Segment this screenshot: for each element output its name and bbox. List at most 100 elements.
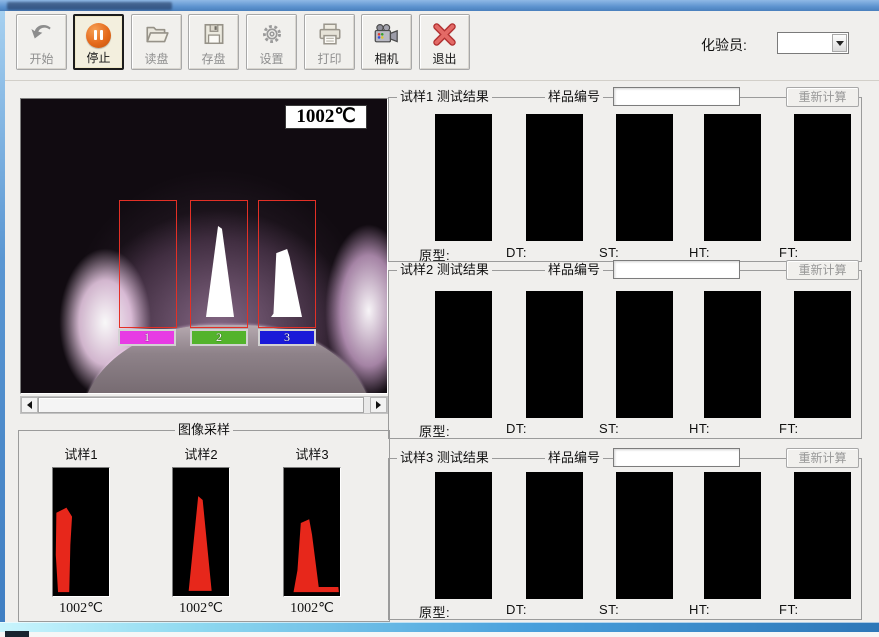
scrollbar-thumb[interactable]	[38, 397, 364, 413]
pause-icon	[85, 21, 113, 49]
result-label-ft-1: FT:	[779, 245, 863, 260]
result-image-slot	[435, 472, 492, 599]
sample1-thumb-label: 试样1	[41, 444, 121, 463]
printer-icon	[316, 20, 344, 48]
result-image-slot	[526, 291, 583, 418]
roi-tag-3: 3	[258, 329, 316, 346]
dropdown-arrow-icon	[836, 41, 844, 46]
recalculate-button-1[interactable]: 重新计算	[786, 87, 859, 107]
sample-no-input-1[interactable]	[613, 87, 740, 106]
result-label-ht-3: HT:	[689, 602, 773, 617]
result-image-slot	[704, 114, 761, 241]
gear-icon	[258, 20, 286, 48]
result-image-slot	[526, 472, 583, 599]
sample-no-label-1: 样品编号	[545, 89, 603, 105]
sample3-red-shape	[284, 468, 340, 596]
sample2-silhouette-image	[172, 467, 230, 597]
operator-combobox[interactable]	[777, 32, 849, 54]
scroll-right-icon	[376, 401, 381, 409]
result-label-ht-1: HT:	[689, 245, 773, 260]
result-panel-1: 试样1 测试结果 样品编号 重新计算 原型: DT: ST: HT: FT:	[388, 97, 862, 262]
roi-tag-1: 1	[118, 329, 176, 346]
camera-view-frame: 1 2 3 1002℃	[20, 98, 388, 394]
print-button[interactable]: 打印	[304, 14, 355, 70]
app-window: 开始 停止 读盘 存盘 设置 打印 相机	[0, 0, 879, 637]
floppy-disk-icon	[200, 20, 228, 48]
red-x-icon	[431, 20, 459, 48]
result-panel-2: 试样2 测试结果 样品编号 重新计算 原型: DT: ST: HT: FT:	[388, 270, 862, 439]
sample3-thumb-label: 试样3	[272, 444, 352, 463]
result-label-st-3: ST:	[599, 602, 683, 617]
result-image-slot	[616, 291, 673, 418]
result-image-slot	[704, 472, 761, 599]
read-disk-button[interactable]: 读盘	[131, 14, 182, 70]
camera-horizontal-scrollbar[interactable]	[20, 396, 388, 414]
result-label-ht-2: HT:	[689, 421, 773, 436]
result-image-slot	[526, 114, 583, 241]
sample-no-label-3: 样品编号	[545, 450, 603, 466]
scroll-left-button[interactable]	[21, 397, 38, 413]
result-image-slot	[616, 472, 673, 599]
roi-tag-2: 2	[190, 329, 248, 346]
start-button[interactable]: 开始	[16, 14, 67, 70]
roi-rectangle-3	[258, 200, 316, 328]
print-button-label: 打印	[317, 52, 341, 66]
start-arrow-icon	[28, 20, 56, 48]
sample3-silhouette-image	[283, 467, 341, 597]
temperature-readout: 1002℃	[285, 105, 367, 129]
result-panel-2-title: 试样2 测试结果	[397, 262, 492, 278]
result-label-original-3: 原型:	[419, 602, 503, 621]
stop-button[interactable]: 停止	[73, 14, 124, 70]
video-camera-icon	[373, 20, 401, 48]
recalculate-button-3[interactable]: 重新计算	[786, 448, 859, 468]
furnace-live-image: 1 2 3 1002℃	[21, 99, 387, 393]
result-image-slot	[794, 472, 851, 599]
roi-rectangle-2	[190, 200, 248, 328]
result-panel-3: 试样3 测试结果 样品编号 重新计算 原型: DT: ST: HT: FT:	[388, 458, 862, 620]
start-button-label: 开始	[29, 52, 53, 66]
settings-button-label: 设置	[259, 52, 283, 66]
save-disk-button-label: 存盘	[201, 52, 225, 66]
result-image-slot	[794, 114, 851, 241]
result-label-dt-3: DT:	[506, 602, 590, 617]
save-disk-button[interactable]: 存盘	[188, 14, 239, 70]
result-image-slot	[704, 291, 761, 418]
result-label-dt-2: DT:	[506, 421, 590, 436]
operator-combobox-dropdown-button[interactable]	[832, 34, 847, 52]
result-image-slot	[435, 291, 492, 418]
stop-button-label: 停止	[86, 51, 110, 65]
settings-button[interactable]: 设置	[246, 14, 297, 70]
result-label-ft-3: FT:	[779, 602, 863, 617]
result-label-original-2: 原型:	[419, 421, 503, 440]
toolbar-divider	[5, 80, 879, 81]
sample2-thumb-label: 试样2	[161, 444, 241, 463]
result-panel-1-title: 试样1 测试结果	[397, 89, 492, 105]
result-image-slot	[616, 114, 673, 241]
scroll-right-button[interactable]	[370, 397, 387, 413]
result-panel-3-title: 试样3 测试结果	[397, 450, 492, 466]
taskbar-peek	[5, 631, 29, 637]
result-label-ft-2: FT:	[779, 421, 863, 436]
sample1-silhouette-image	[52, 467, 110, 597]
open-folder-icon	[143, 20, 171, 48]
window-border-bottom	[0, 622, 879, 632]
exit-button[interactable]: 退出	[419, 14, 470, 70]
result-label-st-2: ST:	[599, 421, 683, 436]
sample2-thumb-temperature: 1002℃	[161, 600, 241, 617]
result-label-st-1: ST:	[599, 245, 683, 260]
exit-button-label: 退出	[432, 52, 456, 66]
sample-no-input-3[interactable]	[613, 448, 740, 467]
sample1-thumb-temperature: 1002℃	[41, 600, 121, 617]
read-disk-button-label: 读盘	[144, 52, 168, 66]
sample-no-input-2[interactable]	[613, 260, 740, 279]
result-image-slot	[435, 114, 492, 241]
operator-label: 化验员:	[701, 35, 747, 55]
recalculate-button-2[interactable]: 重新计算	[786, 260, 859, 280]
window-titlebar	[0, 0, 879, 11]
result-image-slot	[794, 291, 851, 418]
scroll-left-icon	[27, 401, 32, 409]
sample3-thumb-temperature: 1002℃	[272, 600, 352, 617]
image-sampling-title: 图像采样	[175, 422, 233, 438]
camera-button[interactable]: 相机	[361, 14, 412, 70]
sample2-red-shape	[173, 468, 229, 596]
